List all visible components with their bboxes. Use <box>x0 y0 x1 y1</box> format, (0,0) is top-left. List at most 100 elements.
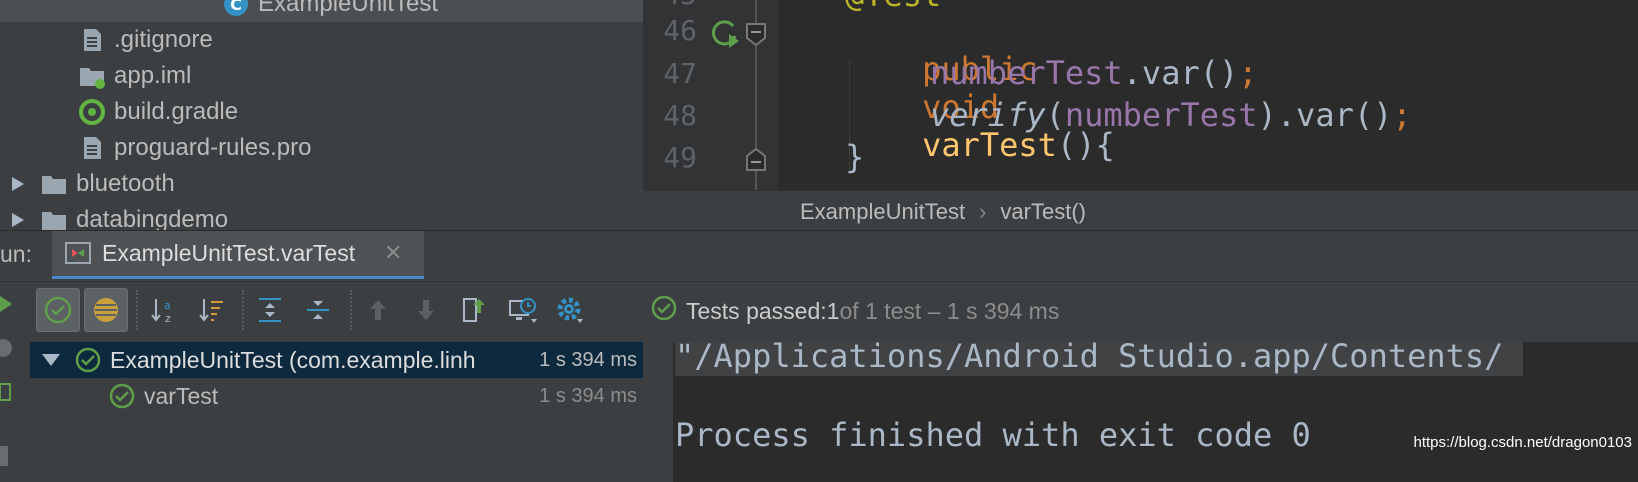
close-tab-icon[interactable]: ✕ <box>384 240 402 266</box>
expand-all-icon <box>259 298 281 322</box>
test-class-label: ExampleUnitTest (com.example.linh <box>110 347 476 373</box>
arrow-down-icon <box>418 300 434 320</box>
line-number: 46 <box>663 14 697 47</box>
show-ignored-toggle[interactable] <box>84 288 128 332</box>
collapse-all-icon <box>307 301 329 319</box>
text-file-icon <box>78 26 106 54</box>
collapse-all-button[interactable] <box>296 288 340 332</box>
class-icon: C <box>222 0 250 18</box>
breadcrumb-file[interactable]: ExampleUnitTest <box>800 199 965 225</box>
svg-text:z: z <box>165 312 171 325</box>
svg-text:C: C <box>230 0 242 14</box>
tree-item-label: bluetooth <box>76 170 175 197</box>
line-number: 45 <box>651 0 697 11</box>
run-side-toolbar <box>0 282 31 482</box>
collapse-arrow-icon[interactable] <box>40 348 62 377</box>
gradle-icon <box>78 98 106 126</box>
pin-icon[interactable] <box>0 378 16 411</box>
expand-arrow-icon[interactable] <box>8 170 28 198</box>
layout-icon[interactable] <box>0 442 16 475</box>
sort-by-duration-button[interactable] <box>190 288 234 332</box>
tree-item-build-gradle[interactable]: build.gradle <box>78 94 238 130</box>
tree-item-label: ExampleUnitTest <box>258 0 439 17</box>
sort-az-icon: az <box>151 299 171 325</box>
show-passed-toggle[interactable] <box>36 288 80 332</box>
test-results-tree: ExampleUnitTest (com.example.linh 1 s 39… <box>30 342 673 482</box>
toolbar-separator <box>136 290 138 330</box>
check-circle-icon <box>74 346 102 379</box>
code-line-verify: verify(numberTest).var(); <box>930 96 1412 134</box>
test-status-summary: Tests passed: 1 of 1 test – 1 s 394 ms <box>650 294 1059 328</box>
tree-item-gitignore[interactable]: .gitignore <box>78 22 213 58</box>
test-config-icon <box>64 239 92 272</box>
code-line-closing-brace: } <box>845 138 865 176</box>
field-token: numberTest <box>930 54 1123 92</box>
project-tree-panel: C ExampleUnitTest .gitignore app.iml bui… <box>0 0 643 230</box>
tree-item-app-iml[interactable]: app.iml <box>78 58 191 94</box>
ignored-icon <box>94 298 118 322</box>
export-results-button[interactable] <box>452 288 496 332</box>
test-row-class[interactable]: ExampleUnitTest (com.example.linh 1 s 39… <box>30 342 643 378</box>
test-history-button[interactable] <box>500 288 544 332</box>
export-icon <box>463 298 485 322</box>
field-token: numberTest <box>1064 96 1258 134</box>
line-number: 49 <box>663 141 697 174</box>
run-tool-window-header: un: ExampleUnitTest.varTest ✕ <box>0 230 1638 282</box>
semicolon-token: ; <box>1238 54 1258 92</box>
tree-item-example-unit-test[interactable]: C ExampleUnitTest <box>0 0 643 22</box>
history-icon <box>509 298 537 323</box>
tree-item-databingdemo[interactable]: databingdemo <box>8 202 228 230</box>
settings-button[interactable] <box>548 288 592 332</box>
sort-alphabetically-button[interactable]: az <box>142 288 186 332</box>
static-call-token: verify <box>930 96 1046 134</box>
tab-run-config[interactable]: ExampleUnitTest.varTest ✕ <box>52 231 424 279</box>
svg-text:a: a <box>164 299 171 312</box>
call-token: ).var() <box>1257 96 1393 134</box>
test-duration: 1 s 394 ms <box>539 349 637 371</box>
next-failed-button[interactable] <box>404 288 448 332</box>
tree-item-proguard[interactable]: proguard-rules.pro <box>78 130 311 166</box>
rerun-icon[interactable] <box>0 290 16 323</box>
console-output[interactable]: "/Applications/Android Studio.app/Conten… <box>673 342 1638 482</box>
expand-all-button[interactable] <box>248 288 292 332</box>
fold-collapse-icon[interactable] <box>745 147 767 177</box>
stop-icon[interactable] <box>0 334 16 367</box>
code-line-call: numberTest.var(); <box>930 54 1258 92</box>
breadcrumb-separator: › <box>979 199 987 224</box>
console-command-line: "/Applications/Android Studio.app/Conten… <box>675 342 1524 376</box>
tree-item-label: app.iml <box>114 62 192 89</box>
console-exit-message: Process finished with exit code 0 <box>675 416 1311 454</box>
tree-item-bluetooth[interactable]: bluetooth <box>8 166 175 202</box>
run-test-gutter-icon[interactable] <box>707 16 743 57</box>
fold-collapse-icon[interactable] <box>745 22 767 51</box>
status-label: Tests passed: <box>686 297 827 324</box>
code-editor[interactable]: 45 46 47 48 49 @Test public void varTest… <box>643 0 1638 190</box>
watermark: https://blog.csdn.net/dragon0103 <box>1413 434 1633 451</box>
test-duration: 1 s 394 ms <box>539 385 637 407</box>
tree-item-label: build.gradle <box>114 98 239 125</box>
breadcrumb: ExampleUnitTest › varTest() <box>643 190 1638 233</box>
test-runner-toolbar: az Tests passed: 1 of 1 test – 1 s 394 m… <box>30 282 1638 342</box>
editor-gutter: 45 46 47 48 49 <box>643 0 778 190</box>
toolbar-separator <box>242 290 244 330</box>
check-circle-icon <box>108 382 136 415</box>
test-method-label: varTest <box>144 383 219 409</box>
test-row-method[interactable]: varTest 1 s 394 ms <box>30 378 643 414</box>
previous-failed-button[interactable] <box>356 288 400 332</box>
punctuation-token: ( <box>1045 96 1065 134</box>
breadcrumb-method[interactable]: varTest() <box>1000 199 1086 225</box>
tab-label: ExampleUnitTest.varTest <box>102 240 356 266</box>
tree-item-label: .gitignore <box>114 26 213 53</box>
line-number: 47 <box>663 57 697 90</box>
text-file-icon <box>78 134 106 162</box>
status-count: 1 <box>826 297 840 324</box>
check-circle-icon <box>44 296 72 324</box>
check-circle-icon <box>650 294 678 328</box>
sort-duration-icon <box>199 299 223 322</box>
expand-arrow-icon[interactable] <box>8 206 28 230</box>
folder-icon <box>40 170 68 198</box>
tree-item-label: proguard-rules.pro <box>114 134 312 161</box>
arrow-up-icon <box>370 300 386 320</box>
semicolon-token: ; <box>1392 96 1412 134</box>
line-number: 48 <box>663 99 697 132</box>
